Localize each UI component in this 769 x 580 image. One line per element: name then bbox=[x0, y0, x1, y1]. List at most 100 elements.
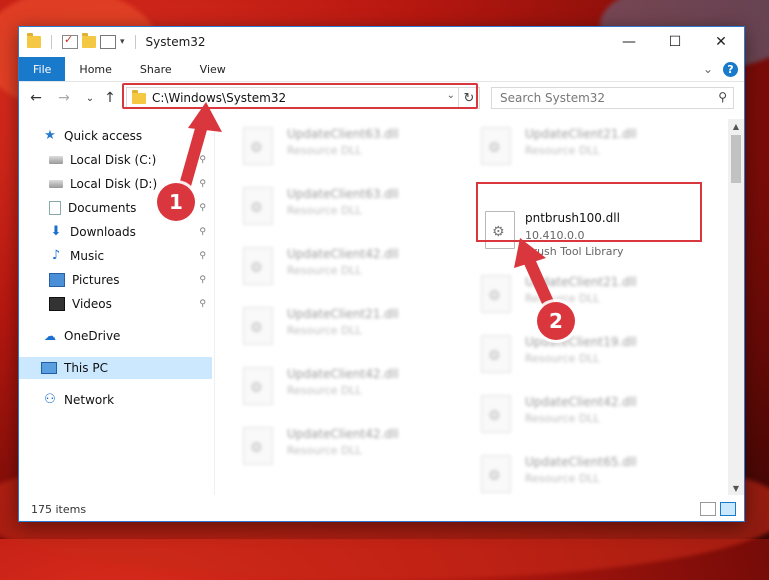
sidebar-item-local-disk-c[interactable]: Local Disk (C:) ⚲ bbox=[49, 149, 212, 171]
sidebar-item-this-pc[interactable]: This PC bbox=[19, 357, 212, 379]
maximize-button[interactable]: ☐ bbox=[652, 27, 698, 57]
file-item[interactable]: ⚙ UpdateClient63.dll Resource DLL bbox=[215, 119, 441, 171]
ribbon-tabs: File Home Share View ⌄ ? bbox=[19, 57, 744, 82]
file-name: UpdateClient42.dll bbox=[525, 395, 637, 409]
file-item[interactable]: ⚙ UpdateClient65.dll Resource DLL bbox=[453, 447, 679, 495]
title-bar: ▾ System32 — ☐ ✕ bbox=[19, 27, 744, 57]
gear-icon: ⚙ bbox=[488, 140, 501, 156]
sidebar-item-label: Documents bbox=[68, 201, 137, 215]
scroll-up-icon[interactable]: ▲ bbox=[728, 119, 744, 133]
file-item[interactable]: ⚙ UpdateClient63.dll Resource DLL bbox=[215, 179, 441, 231]
sidebar-item-label: Quick access bbox=[64, 129, 143, 143]
pin-icon: ⚲ bbox=[199, 179, 206, 189]
file-type: Resource DLL bbox=[287, 444, 362, 457]
scroll-down-icon[interactable]: ▼ bbox=[728, 481, 744, 495]
gear-icon: ⚙ bbox=[488, 288, 501, 304]
qat-dropdown-icon[interactable]: ▾ bbox=[120, 37, 125, 47]
cloud-icon: ☁ bbox=[44, 329, 56, 343]
tab-share[interactable]: Share bbox=[126, 57, 186, 81]
up-button[interactable]: ↑ bbox=[101, 89, 119, 107]
file-type: Resource DLL bbox=[525, 144, 600, 157]
gear-icon: ⚙ bbox=[488, 408, 501, 424]
explorer-window: ▾ System32 — ☐ ✕ File Home Share View ⌄ … bbox=[18, 26, 745, 522]
videos-icon bbox=[49, 297, 65, 311]
window-title: System32 bbox=[145, 35, 206, 49]
sidebar-item-pictures[interactable]: Pictures ⚲ bbox=[49, 269, 212, 291]
file-name: UpdateClient63.dll bbox=[287, 127, 399, 141]
dll-file-icon: ⚙ bbox=[243, 367, 273, 405]
pin-icon: ⚲ bbox=[199, 275, 206, 285]
vertical-scrollbar[interactable]: ▲ ▼ bbox=[728, 119, 744, 495]
gear-icon: ⚙ bbox=[250, 140, 263, 156]
sidebar-item-label: This PC bbox=[64, 361, 108, 375]
document-icon bbox=[49, 201, 61, 215]
star-icon: ★ bbox=[44, 128, 56, 143]
sidebar-item-onedrive[interactable]: ☁ OneDrive bbox=[43, 325, 212, 347]
tab-view[interactable]: View bbox=[186, 57, 240, 81]
file-list: ⚙ UpdateClient63.dll Resource DLL ⚙ Upda… bbox=[215, 119, 731, 495]
sidebar-item-music[interactable]: ♪ Music ⚲ bbox=[49, 245, 212, 267]
file-item[interactable]: ⚙ UpdateClient42.dll Resource DLL bbox=[215, 419, 441, 471]
search-icon[interactable]: ⚲ bbox=[718, 90, 727, 104]
new-folder-icon[interactable] bbox=[82, 33, 96, 48]
file-name: UpdateClient42.dll bbox=[287, 247, 399, 261]
status-bar: 175 items bbox=[19, 497, 744, 521]
download-icon: ⬇ bbox=[50, 224, 62, 239]
file-type: Resource DLL bbox=[525, 472, 600, 485]
drive-icon bbox=[49, 156, 63, 164]
view-switcher bbox=[700, 502, 736, 516]
file-type: Resource DLL bbox=[287, 144, 362, 157]
sidebar-item-label: Downloads bbox=[70, 225, 136, 239]
back-button[interactable]: ← bbox=[27, 89, 45, 107]
file-name: UpdateClient42.dll bbox=[287, 427, 399, 441]
file-type: Resource DLL bbox=[287, 264, 362, 277]
step-2-badge: 2 bbox=[537, 302, 575, 340]
tab-home[interactable]: Home bbox=[65, 57, 125, 81]
pin-icon: ⚲ bbox=[199, 227, 206, 237]
file-item[interactable]: ⚙ UpdateClient42.dll Resource DLL bbox=[215, 359, 441, 411]
help-icon[interactable]: ? bbox=[723, 61, 738, 77]
sidebar-item-label: Pictures bbox=[72, 273, 120, 287]
sidebar-item-quick-access[interactable]: ★ Quick access bbox=[43, 125, 212, 147]
folder-icon bbox=[27, 33, 41, 48]
file-item[interactable]: ⚙ UpdateClient21.dll Resource DLL bbox=[215, 299, 441, 351]
customize-toolbar-icon[interactable] bbox=[100, 35, 116, 49]
details-view-icon[interactable] bbox=[700, 502, 716, 516]
dll-file-icon: ⚙ bbox=[481, 127, 511, 165]
dll-file-icon: ⚙ bbox=[481, 335, 511, 373]
file-name: UpdateClient42.dll bbox=[287, 367, 399, 381]
sidebar-item-label: Local Disk (D:) bbox=[70, 177, 158, 191]
search-input[interactable] bbox=[498, 90, 702, 106]
navigation-bar: ← → ⌄ ↑ C:\Windows\System32 ⌄ ↻ ⚲ bbox=[19, 83, 744, 113]
tab-file[interactable]: File bbox=[19, 57, 66, 81]
file-item[interactable]: ⚙ UpdateClient42.dll Resource DLL bbox=[453, 387, 679, 439]
gear-icon: ⚙ bbox=[250, 440, 263, 456]
sidebar-item-downloads[interactable]: ⬇ Downloads ⚲ bbox=[49, 221, 212, 243]
network-icon: ⚇ bbox=[44, 392, 56, 407]
file-name: UpdateClient19.dll bbox=[525, 335, 637, 349]
recent-locations-button[interactable]: ⌄ bbox=[81, 89, 99, 107]
scrollbar-thumb[interactable] bbox=[731, 135, 741, 183]
properties-check-icon[interactable] bbox=[62, 33, 78, 49]
quick-access-toolbar: ▾ System32 bbox=[27, 33, 206, 49]
minimize-button[interactable]: — bbox=[606, 27, 652, 57]
navigation-pane: ★ Quick access Local Disk (C:) ⚲ Local D… bbox=[19, 119, 212, 495]
drive-icon bbox=[49, 180, 63, 188]
file-item[interactable]: ⚙ UpdateClient21.dll Resource DLL bbox=[453, 119, 679, 171]
close-button[interactable]: ✕ bbox=[698, 27, 744, 57]
expand-ribbon-icon[interactable]: ⌄ bbox=[703, 62, 713, 76]
sidebar-item-videos[interactable]: Videos ⚲ bbox=[49, 293, 212, 315]
file-name: UpdateClient21.dll bbox=[525, 127, 637, 141]
sidebar-item-label: Local Disk (C:) bbox=[70, 153, 157, 167]
sidebar-item-network[interactable]: ⚇ Network bbox=[43, 389, 212, 411]
dll-file-icon: ⚙ bbox=[481, 455, 511, 493]
tiles-view-icon[interactable] bbox=[720, 502, 736, 516]
file-item[interactable]: ⚙ UpdateClient42.dll Resource DLL bbox=[215, 239, 441, 291]
search-box[interactable]: ⚲ bbox=[491, 87, 734, 109]
forward-button[interactable]: → bbox=[55, 89, 73, 107]
step-1-badge: 1 bbox=[157, 183, 195, 221]
pictures-icon bbox=[49, 273, 65, 287]
gear-icon: ⚙ bbox=[250, 200, 263, 216]
file-type: Resource DLL bbox=[525, 352, 600, 365]
file-type: Resource DLL bbox=[287, 324, 362, 337]
